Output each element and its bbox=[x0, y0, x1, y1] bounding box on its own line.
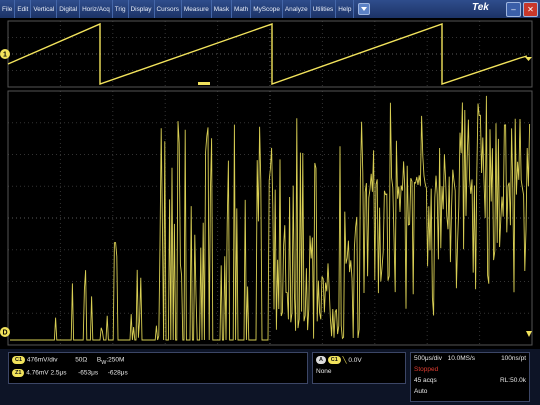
sample-rate: 10.0MS/s bbox=[447, 355, 476, 362]
menu-utilities[interactable]: Utilities bbox=[311, 0, 337, 18]
menu-file[interactable]: File bbox=[0, 0, 16, 18]
waveform-display[interactable]: 1 D bbox=[0, 18, 540, 349]
menu-cursors[interactable]: Cursors bbox=[155, 0, 182, 18]
menu-trig[interactable]: Trig bbox=[113, 0, 129, 18]
menu-analyze[interactable]: Analyze bbox=[283, 0, 311, 18]
menu-vertical[interactable]: Vertical bbox=[31, 0, 58, 18]
zoom-time-div: 2.5μs bbox=[50, 369, 67, 377]
ch1-badge: C1 bbox=[12, 356, 26, 364]
close-icon[interactable]: ✕ bbox=[523, 2, 538, 17]
ch1-bandwidth: :250M bbox=[106, 356, 125, 364]
channel-readout[interactable]: C1 476mV/div 50Ω BW:250M Z1 4.76mV 2.5μs… bbox=[8, 352, 308, 384]
menu-measure[interactable]: Measure bbox=[182, 0, 212, 18]
menu-digital[interactable]: Digital bbox=[57, 0, 81, 18]
trigger-readout[interactable]: A C1 ╲ 0.0V None bbox=[312, 352, 406, 384]
menu-horiz-acq[interactable]: Horiz/Acq bbox=[80, 0, 113, 18]
acquisition-state: Stopped bbox=[414, 366, 439, 373]
zoom-position-2: -628μs bbox=[107, 369, 128, 377]
dropdown-arrow-icon[interactable] bbox=[358, 3, 371, 15]
minimize-icon[interactable]: – bbox=[506, 2, 521, 17]
record-length: RL:50.0k bbox=[499, 377, 526, 384]
status-panel: C1 476mV/div 50Ω BW:250M Z1 4.76mV 2.5μs… bbox=[0, 349, 540, 405]
time-per-div: 500μs/div bbox=[414, 355, 442, 362]
zoom-badge: Z1 bbox=[12, 369, 25, 377]
menu-myscope[interactable]: MyScope bbox=[251, 0, 283, 18]
menu-mask[interactable]: Mask bbox=[212, 0, 233, 18]
tek-logo: Tek bbox=[472, 2, 489, 13]
trigger-source-badge: A bbox=[316, 356, 326, 365]
menu-bar: File Edit Vertical Digital Horiz/Acq Tri… bbox=[0, 0, 540, 18]
zoom-scale: 4.76mV bbox=[26, 369, 49, 377]
ch1-marker-label: 1 bbox=[3, 52, 7, 59]
trigger-mode-auto: Auto bbox=[414, 388, 428, 395]
menu-math[interactable]: Math bbox=[232, 0, 252, 18]
zoom-position-marker[interactable] bbox=[198, 82, 210, 85]
acquisition-readout[interactable]: 500μs/div 10.0MS/s 100ns/pt Stopped 45 a… bbox=[410, 352, 530, 402]
trigger-level: 0.0V bbox=[348, 357, 362, 364]
trigger-channel-badge: C1 bbox=[327, 356, 341, 365]
time-resolution: 100ns/pt bbox=[501, 355, 526, 362]
menu-help[interactable]: Help bbox=[336, 0, 355, 18]
ch1-impedance: 50Ω bbox=[75, 356, 88, 364]
ch1-scale: 476mV/div bbox=[26, 356, 58, 364]
trigger-mode: None bbox=[316, 368, 332, 375]
zoom-marker-label: D bbox=[2, 330, 7, 337]
menu-display[interactable]: Display bbox=[129, 0, 155, 18]
zoom-position-1: -653μs bbox=[78, 369, 99, 377]
menu-edit[interactable]: Edit bbox=[15, 0, 32, 18]
acquisition-count: 45 acqs bbox=[414, 377, 437, 384]
trigger-slope-icon: ╲ bbox=[342, 357, 347, 364]
